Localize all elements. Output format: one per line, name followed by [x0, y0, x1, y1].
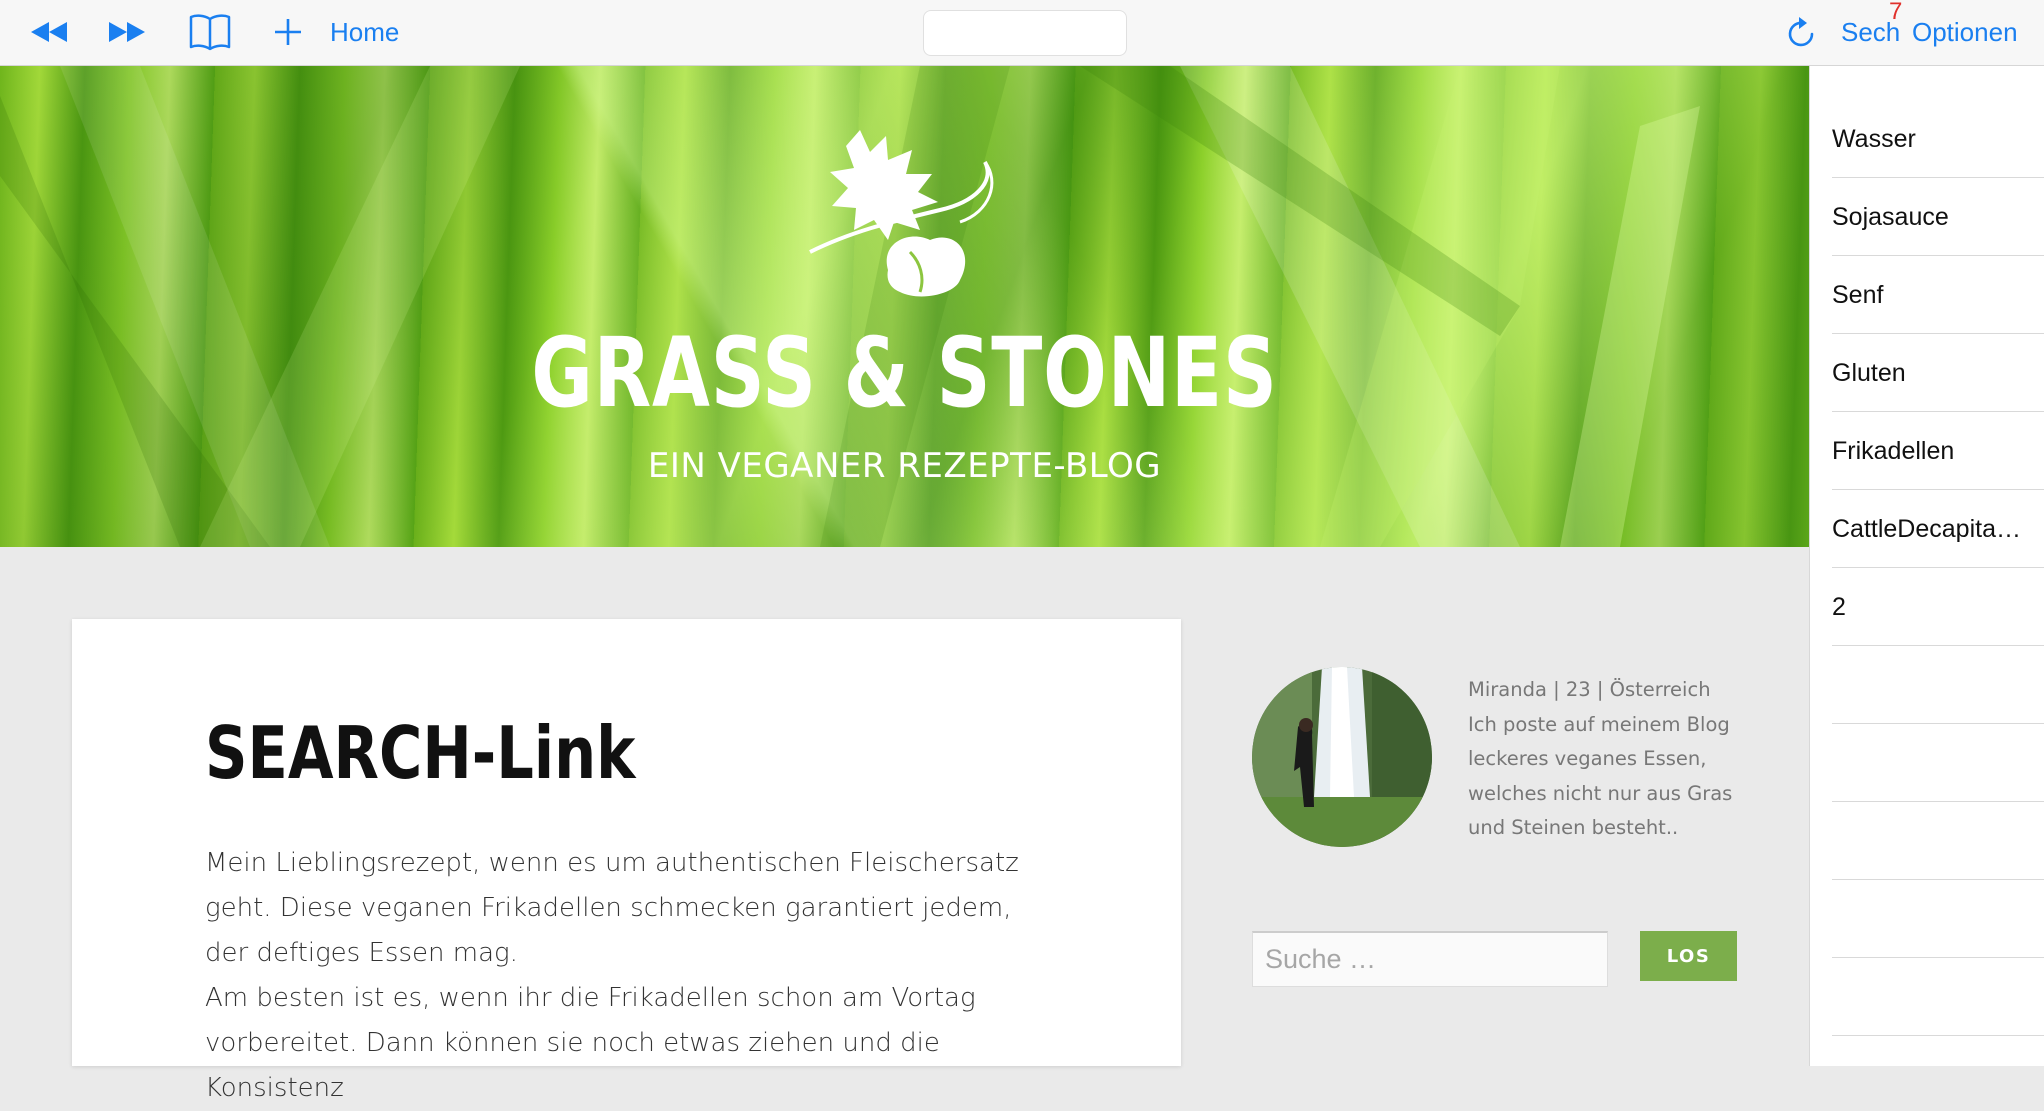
author-bio: Miranda | 23 | Österreich Ich poste auf … — [1468, 673, 1768, 846]
side-list-item[interactable]: Frikadellen — [1832, 412, 2044, 490]
options-link[interactable]: Optionen — [1912, 14, 2018, 50]
search-submit-button[interactable]: LOS — [1640, 931, 1737, 981]
author-bio-line: leckeres veganes Essen, — [1468, 747, 1707, 770]
post-excerpt: Mein Lieblingsrezept, wenn es um authent… — [205, 841, 1045, 1111]
side-list-item[interactable] — [1832, 958, 2044, 1036]
reload-icon[interactable] — [1782, 10, 1820, 54]
tab-count-badge: 7 — [1889, 0, 1903, 25]
side-list-item[interactable]: Senf — [1832, 256, 2044, 334]
blog-header-banner: GRASS & STONES EIN VEGANER REZEPTE-BLOG — [0, 66, 1809, 547]
post-title[interactable]: SEARCH-Link — [205, 711, 635, 795]
blog-title[interactable]: GRASS & STONES — [199, 318, 1610, 428]
side-list-item[interactable] — [1832, 802, 2044, 880]
search-history-panel: Wasser Sojasauce Senf Gluten Frikadellen… — [1809, 66, 2044, 1066]
post-paragraph: Mein Lieblingsrezept, wenn es um authent… — [205, 848, 1019, 968]
home-link[interactable]: Home — [330, 14, 399, 50]
bookmarks-icon[interactable] — [186, 10, 234, 54]
side-list-item[interactable] — [1832, 724, 2044, 802]
post-card: SEARCH-Link Mein Lieblingsrezept, wenn e… — [72, 619, 1181, 1103]
side-list-item[interactable] — [1832, 880, 2044, 958]
author-bio-line: und Steinen besteht.. — [1468, 816, 1679, 839]
search-input[interactable] — [1252, 931, 1608, 987]
side-list-item[interactable]: 2 — [1832, 568, 2044, 646]
author-bio-line: welches nicht nur aus Gras — [1468, 781, 1733, 805]
fast-forward-icon[interactable] — [104, 10, 150, 54]
side-list-item[interactable] — [1832, 646, 2044, 724]
side-list-item[interactable]: Gluten — [1832, 334, 2044, 412]
author-bio-line: Ich poste auf meinem Blog — [1468, 712, 1730, 736]
side-list-item[interactable]: CattleDecapita… — [1832, 490, 2044, 568]
browser-toolbar: Home Sech 7 Optionen — [0, 0, 2044, 66]
add-icon[interactable] — [270, 10, 306, 54]
post-paragraph: Am besten ist es, wenn ihr die Frikadell… — [205, 983, 976, 1103]
author-bio-line: Miranda | 23 | Österreich — [1468, 678, 1711, 701]
leaf-and-stone-logo — [809, 130, 994, 297]
blog-subtitle: EIN VEGANER REZEPTE-BLOG — [647, 446, 1162, 486]
side-list-item[interactable]: Wasser — [1832, 100, 2044, 178]
side-list-item[interactable]: Sojasauce — [1832, 178, 2044, 256]
address-bar[interactable] — [923, 10, 1127, 56]
author-avatar — [1252, 667, 1432, 847]
rewind-icon[interactable] — [26, 10, 72, 54]
